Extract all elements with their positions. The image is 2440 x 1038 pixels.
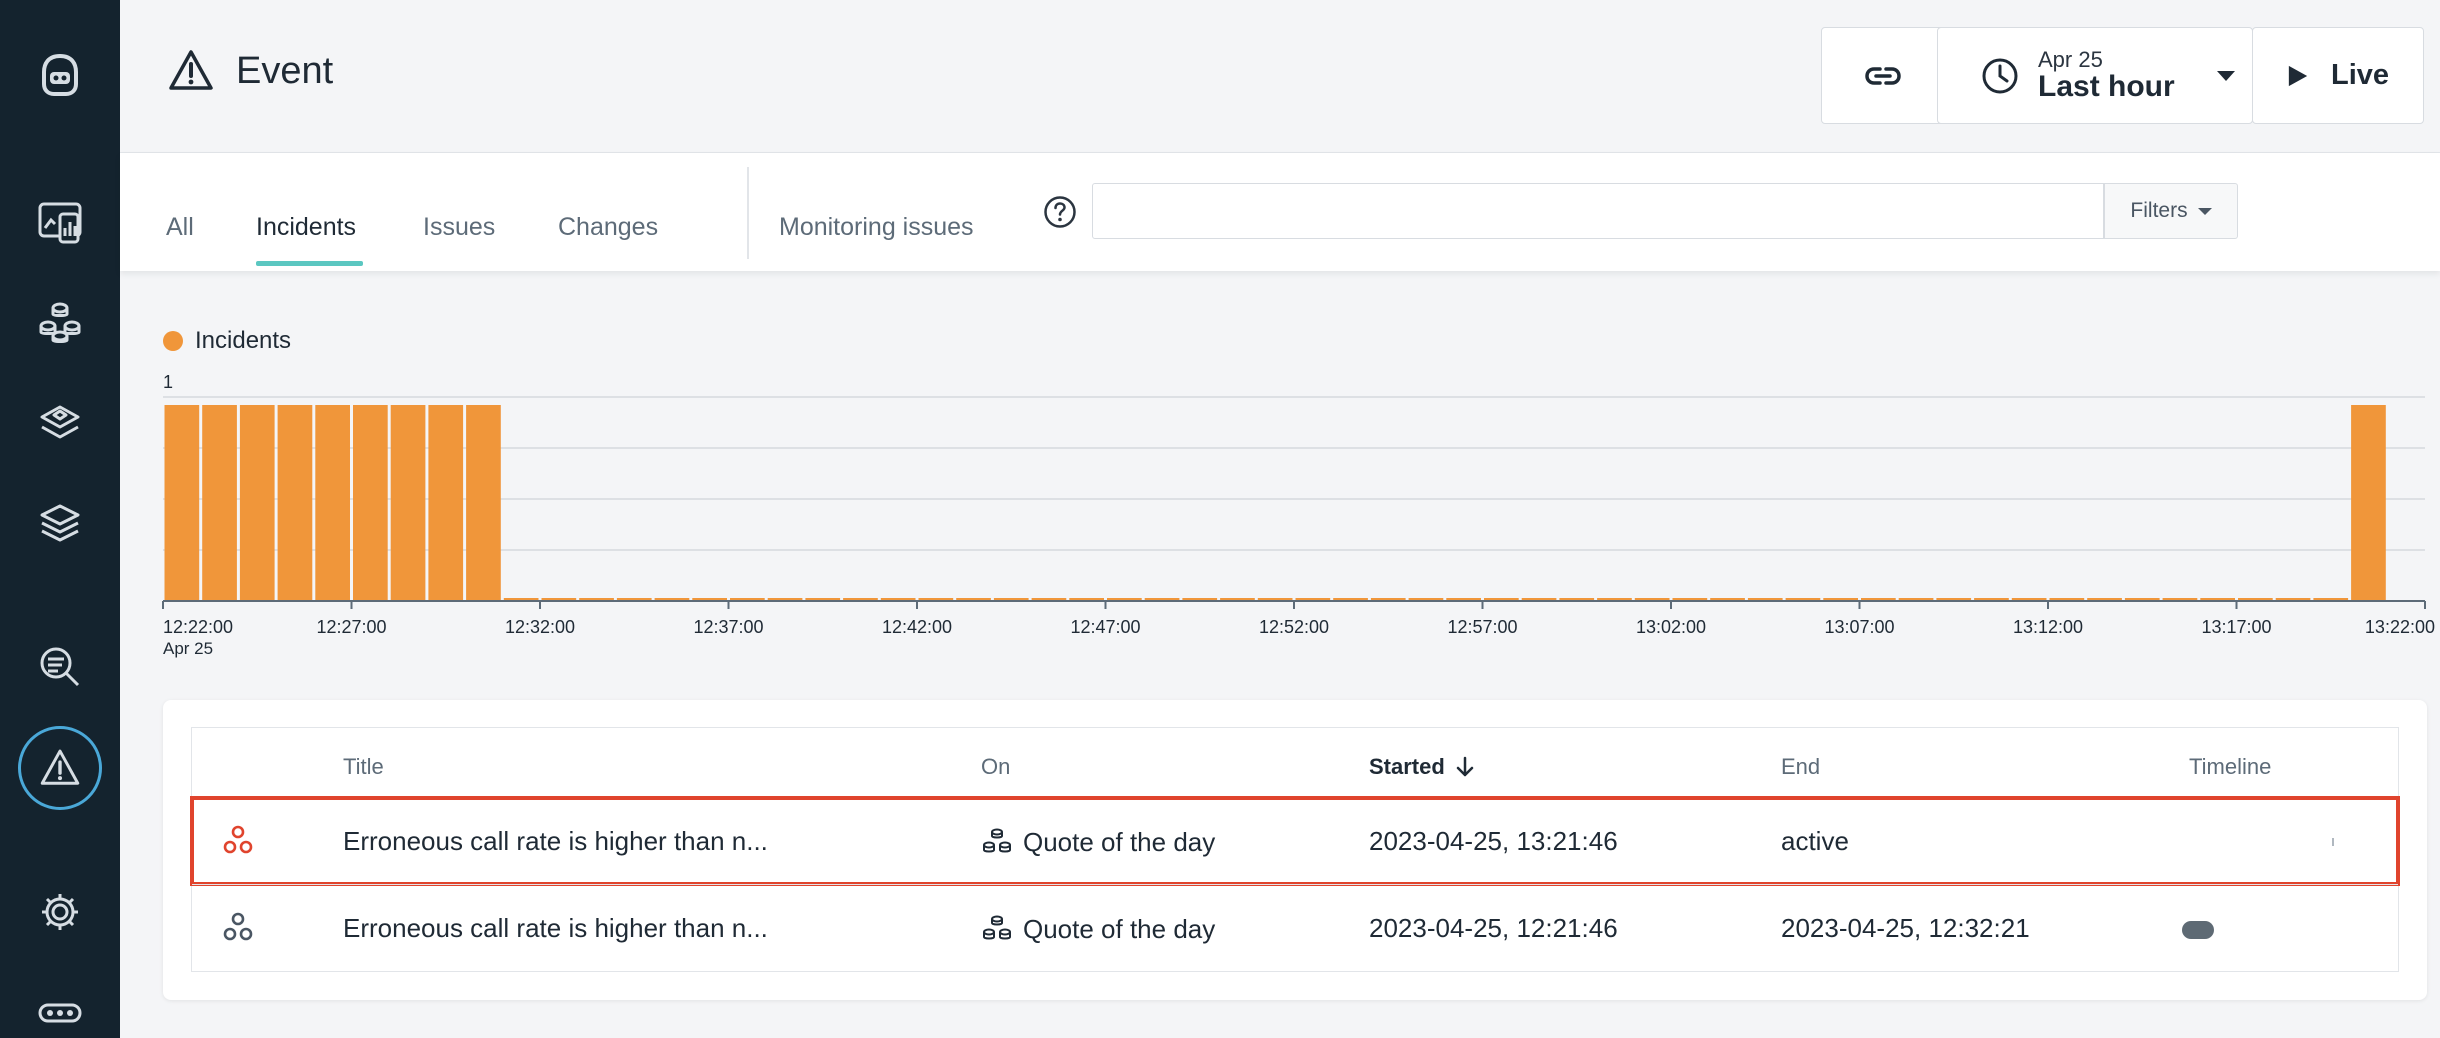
chart-bar [2351, 405, 2386, 601]
row-title[interactable]: Erroneous call rate is higher than n... [343, 913, 768, 944]
x-tick-label: 13:22:00 [2365, 617, 2435, 637]
events-table-card: Title On Started End Timeline Erroneous … [163, 700, 2427, 1000]
page-header: Event Apr 25 Last hour Live [120, 0, 2440, 153]
tab-monitoring-issues[interactable]: Monitoring issues [779, 213, 974, 242]
active-tab-indicator [256, 261, 363, 266]
sidebar [0, 0, 120, 1038]
y-tick-label: 1 [163, 372, 173, 392]
play-icon [2288, 65, 2308, 86]
warning-icon [169, 50, 213, 90]
column-timeline[interactable]: Timeline [2189, 754, 2271, 780]
column-end[interactable]: End [1781, 754, 1820, 780]
filters-label: Filters [2130, 199, 2188, 222]
row-end: 2023-04-25, 12:32:21 [1781, 913, 2030, 943]
live-button[interactable]: Live [2252, 27, 2424, 124]
row-title[interactable]: Erroneous call rate is higher than n... [343, 826, 768, 857]
column-title[interactable]: Title [343, 754, 384, 780]
dashboard-icon[interactable] [0, 182, 120, 262]
row-on-label: Quote of the day [1023, 826, 1216, 857]
row-started: 2023-04-25, 12:21:46 [1369, 913, 1618, 943]
chevron-down-icon [2216, 70, 2235, 81]
tab-bar: All Incidents Issues Changes Monitoring … [120, 153, 2440, 271]
x-tick-sublabel: Apr 25 [163, 639, 213, 658]
timeline-bar[interactable] [2182, 921, 2214, 939]
live-label: Live [2330, 59, 2390, 91]
legend-dot [163, 331, 183, 351]
gear-icon[interactable] [0, 872, 120, 952]
search-analysis-icon[interactable] [0, 627, 120, 707]
layers-icon[interactable] [0, 484, 120, 564]
chart-bar [466, 405, 501, 601]
table-header: Title On Started End Timeline [192, 728, 2398, 798]
x-tick-label: 13:17:00 [2201, 617, 2271, 637]
clock-icon [1982, 58, 2018, 93]
tab-changes[interactable]: Changes [558, 213, 658, 242]
page-title: Event [236, 49, 334, 92]
timeframe-date: Apr 25 [2038, 47, 2103, 73]
x-tick-label: 13:12:00 [2013, 617, 2083, 637]
row-on[interactable]: Quote of the day [981, 826, 1215, 858]
robot-logo-icon[interactable] [0, 36, 120, 116]
incidents-chart: 1 12:22:00 12:27:00 12:32:00 12:37:00 12:42:0… [162, 372, 2435, 658]
chart-bar [353, 405, 388, 601]
copy-link-button[interactable] [1821, 27, 1945, 124]
chart-bar [202, 405, 237, 601]
tab-issues[interactable]: Issues [423, 213, 495, 242]
row-end: active [1781, 826, 1849, 856]
x-tick-label: 13:07:00 [1824, 617, 1894, 637]
active-ring [18, 726, 102, 810]
service-icon [223, 825, 253, 854]
stacks-icon[interactable] [0, 383, 120, 463]
link-icon [1865, 66, 1901, 85]
services-icon [983, 828, 1011, 853]
chart-bar [239, 405, 275, 601]
column-on[interactable]: On [981, 754, 1010, 780]
filters-button[interactable]: Filters [2104, 183, 2238, 239]
sort-descending-icon [1456, 756, 1474, 777]
x-tick-label: 12:47:00 [1070, 617, 1140, 637]
x-tick-label: 12:52:00 [1259, 617, 1329, 637]
row-started: 2023-04-25, 13:21:46 [1369, 826, 1618, 856]
filter-search-input[interactable] [1092, 183, 2104, 239]
chart-bar [390, 405, 426, 601]
x-tick-label: 12:32:00 [505, 617, 575, 637]
x-tick-label: 12:37:00 [693, 617, 763, 637]
events-table: Title On Started End Timeline Erroneous … [190, 727, 2400, 972]
tab-divider [747, 167, 749, 259]
x-tick-label: 12:27:00 [316, 617, 386, 637]
row-on-label: Quote of the day [1023, 913, 1216, 944]
timeframe-selector[interactable]: Apr 25 Last hour [1937, 27, 2253, 124]
x-tick-label: 13:02:00 [1636, 617, 1706, 637]
timeframe-text: Apr 25 Last hour [2038, 48, 2175, 103]
events-nav-item[interactable] [0, 726, 120, 810]
x-tick-label: 12:22:00 [163, 617, 233, 637]
chart-bar [277, 405, 313, 601]
service-icon [223, 912, 253, 941]
table-row[interactable]: Erroneous call rate is higher than n... … [192, 884, 2398, 970]
column-started-label: Started [1369, 754, 1445, 779]
legend-label: Incidents [195, 327, 292, 354]
caret-down-icon [2197, 207, 2212, 215]
chart-bar [428, 405, 464, 601]
timeline-marker [2332, 838, 2334, 846]
timeframe-range: Last hour [2038, 70, 2175, 104]
row-on[interactable]: Quote of the day [981, 913, 1215, 945]
warning-icon [40, 749, 80, 785]
column-started[interactable]: Started [1369, 754, 1475, 780]
tab-incidents[interactable]: Incidents [256, 213, 356, 242]
help-icon[interactable] [1043, 195, 1077, 229]
tab-all[interactable]: All [166, 213, 194, 242]
title-group: Event [168, 48, 333, 94]
chart-bar [315, 405, 350, 601]
x-tick-label: 12:57:00 [1447, 617, 1517, 637]
chart-legend: Incidents [163, 327, 291, 355]
more-icon[interactable] [0, 973, 120, 1038]
chart-bar [164, 405, 200, 601]
x-tick-label: 12:42:00 [882, 617, 952, 637]
services-icon[interactable] [0, 282, 120, 362]
table-row[interactable]: Erroneous call rate is higher than n... … [190, 796, 2400, 886]
services-icon [983, 915, 1011, 940]
